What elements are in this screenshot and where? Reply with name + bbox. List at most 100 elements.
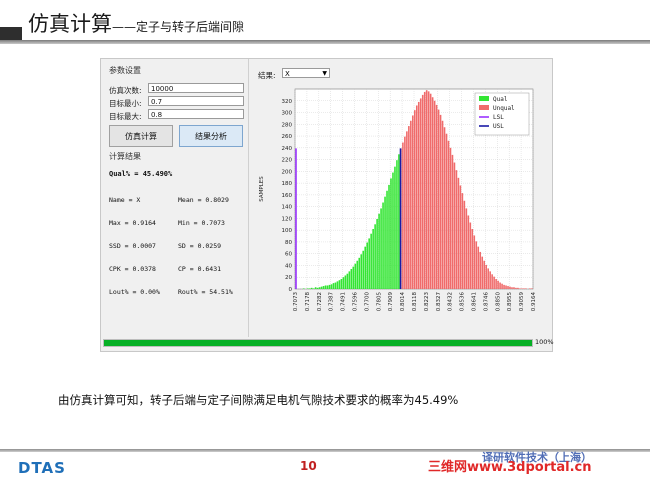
unqual-bar	[469, 222, 472, 289]
qual-bar	[344, 275, 347, 289]
qual-bar	[334, 282, 337, 289]
qual-bar	[396, 160, 398, 289]
title-divider	[0, 40, 650, 44]
result-selector[interactable]: X ▼	[282, 68, 330, 78]
x-tick-label: 0.7596	[353, 292, 359, 312]
result-mean: Mean = 0.8029	[178, 196, 229, 204]
y-tick-label: 100	[282, 228, 293, 234]
x-tick-label: 0.8327	[436, 292, 442, 312]
result-ssd: SSD = 0.0007	[109, 242, 156, 250]
unqual-bar	[421, 94, 424, 289]
unqual-bar	[497, 280, 499, 289]
y-axis-label: SAMPLES	[259, 176, 265, 202]
unqual-bar	[410, 120, 412, 289]
x-tick-label: 0.7700	[364, 292, 370, 312]
progress-fill	[104, 340, 532, 346]
unqual-bar	[481, 256, 484, 289]
unqual-bar	[431, 97, 434, 289]
target-min-input[interactable]: 0.7	[148, 96, 244, 106]
qual-bar	[324, 285, 327, 289]
qual-bar	[358, 257, 361, 289]
qual-bar	[362, 250, 365, 289]
y-tick-label: 320	[282, 99, 293, 105]
unqual-bar	[493, 276, 495, 289]
slide-title-main: 仿真计算	[28, 12, 112, 36]
unqual-bar	[465, 208, 468, 289]
x-tick-label: 0.7909	[388, 292, 394, 312]
x-tick-label: 0.7282	[317, 292, 323, 311]
unqual-bar	[451, 154, 454, 289]
y-tick-label: 160	[282, 193, 293, 199]
unqual-bar	[415, 105, 418, 290]
qual-bar	[376, 219, 378, 289]
unqual-bar	[419, 98, 422, 289]
qual-bar	[370, 233, 372, 289]
unqual-bar	[443, 127, 446, 289]
unqual-bar	[412, 115, 414, 290]
unqual-bar	[505, 285, 507, 289]
qual-bar	[348, 271, 351, 289]
legend-swatch	[479, 96, 489, 101]
unqual-bar	[477, 246, 480, 289]
unqual-bar	[499, 282, 501, 289]
target-min-label: 目标最小:	[109, 99, 142, 108]
unqual-bar	[429, 93, 432, 290]
qual-bar	[388, 184, 390, 289]
result-cp: CP = 0.6431	[178, 265, 222, 273]
y-tick-label: 300	[282, 111, 293, 117]
qual-bar	[382, 202, 384, 289]
qual-bar	[386, 190, 388, 289]
x-tick-label: 0.7805	[376, 292, 382, 312]
histogram-chart: 0 20 40 60 80 100 120 140 160 180 200 220 240 260 280 3…	[259, 88, 537, 312]
target-max-input[interactable]: 0.8	[148, 109, 244, 119]
unqual-bar	[495, 279, 497, 289]
result-rout: Rout% = 54.51%	[178, 288, 233, 296]
unqual-bar	[433, 100, 436, 289]
qual-bar	[394, 166, 396, 289]
unqual-bar	[425, 90, 428, 289]
unqual-bar	[447, 140, 450, 289]
target-max-label: 目标最大:	[109, 112, 142, 121]
unqual-bar	[511, 287, 513, 289]
simulation-app-window: 参数设置 仿真次数: 10000 目标最小: 0.7 目标最大: 0.8 仿真计…	[100, 58, 554, 352]
qual-bar	[310, 287, 313, 289]
qual-bar	[380, 208, 382, 289]
x-tick-label: 0.7387	[329, 292, 335, 312]
title-accent-block	[0, 27, 22, 41]
unqual-bar	[414, 110, 416, 289]
unqual-bar	[531, 288, 533, 289]
x-tick-label: 0.8955	[507, 292, 513, 312]
results-group-title: 计算结果	[109, 152, 141, 161]
unqual-bar	[529, 288, 531, 289]
qual-bar	[356, 260, 359, 289]
qual-bar	[322, 286, 325, 289]
unqual-bar	[453, 162, 456, 289]
left-panel: 参数设置 仿真次数: 10000 目标最小: 0.7 目标最大: 0.8 仿真计…	[101, 59, 249, 337]
y-tick-label: 220	[282, 158, 293, 164]
qual-bar	[320, 286, 323, 289]
x-tick-label: 0.7073	[293, 292, 299, 312]
result-cpk: CPK = 0.0378	[109, 265, 156, 273]
unqual-bar	[521, 288, 523, 289]
y-tick-label: 80	[285, 240, 292, 246]
unqual-bar	[525, 288, 527, 289]
qual-bar	[378, 213, 380, 289]
unqual-bar	[457, 177, 460, 289]
unqual-bar	[491, 274, 493, 289]
unqual-bar	[517, 287, 519, 289]
qual-bar	[342, 277, 345, 289]
analyze-button[interactable]: 结果分析	[179, 125, 243, 147]
unqual-bar	[489, 271, 491, 289]
simulate-button[interactable]: 仿真计算	[109, 125, 173, 147]
sim-count-input[interactable]: 10000	[148, 83, 244, 93]
x-tick-label: 0.8536	[460, 292, 466, 312]
qual-bar	[366, 242, 368, 289]
qual-bar	[368, 238, 370, 289]
unqual-bar	[463, 200, 466, 289]
x-tick-label: 0.9059	[519, 292, 525, 312]
y-tick-label: 240	[282, 146, 293, 152]
unqual-bar	[507, 286, 509, 289]
progress-text: 100%	[535, 338, 554, 346]
x-tick-label: 0.7491	[341, 292, 347, 311]
y-tick-label: 40	[285, 263, 292, 269]
